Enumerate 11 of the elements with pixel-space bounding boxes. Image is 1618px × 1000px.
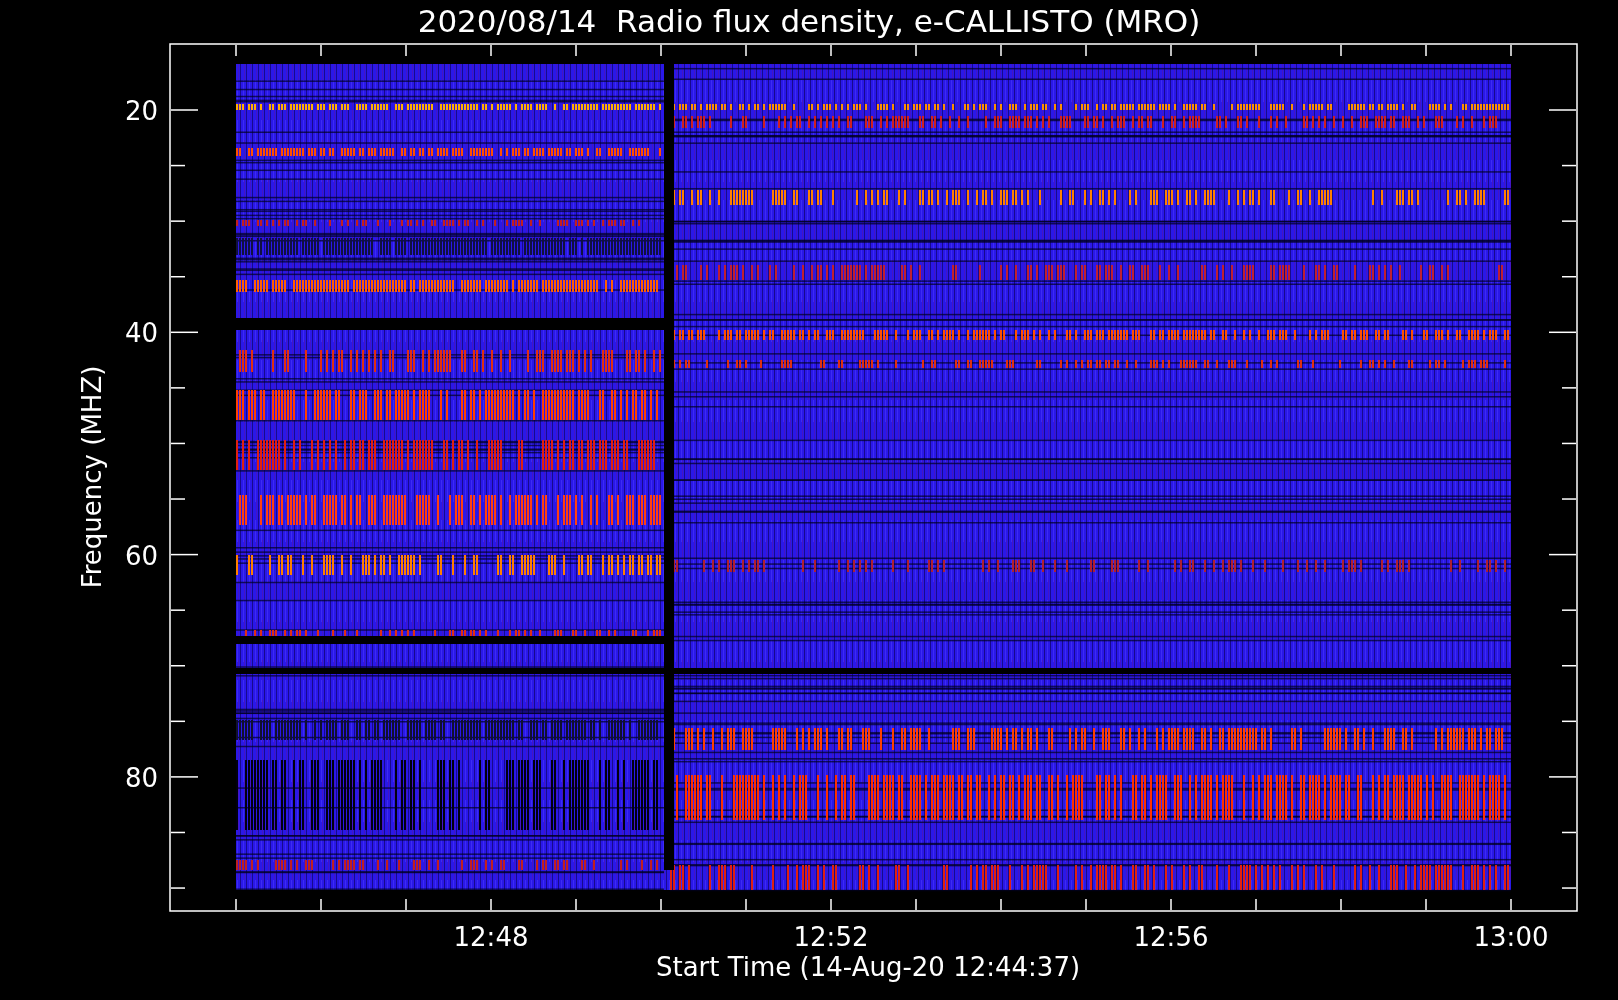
y-axis-label: Frequency (MHZ) xyxy=(77,365,107,589)
y-tick-label: 60 xyxy=(124,540,158,571)
y-tick-label: 40 xyxy=(124,318,158,349)
x-tick-label: 12:48 xyxy=(453,922,529,952)
x-axis-label: Start Time (14-Aug-20 12:44:37) xyxy=(655,952,1081,982)
x-tick-label: 12:56 xyxy=(1133,922,1209,952)
y-tick-label: 20 xyxy=(124,96,158,126)
x-tick-label: 12:52 xyxy=(793,922,869,952)
y-tick-label: 80 xyxy=(124,762,158,793)
plot-title: 2020/08/14 Radio flux density, e-CALLISTO (MRO) xyxy=(417,3,1201,39)
x-tick-label: 13:00 xyxy=(1473,922,1549,952)
